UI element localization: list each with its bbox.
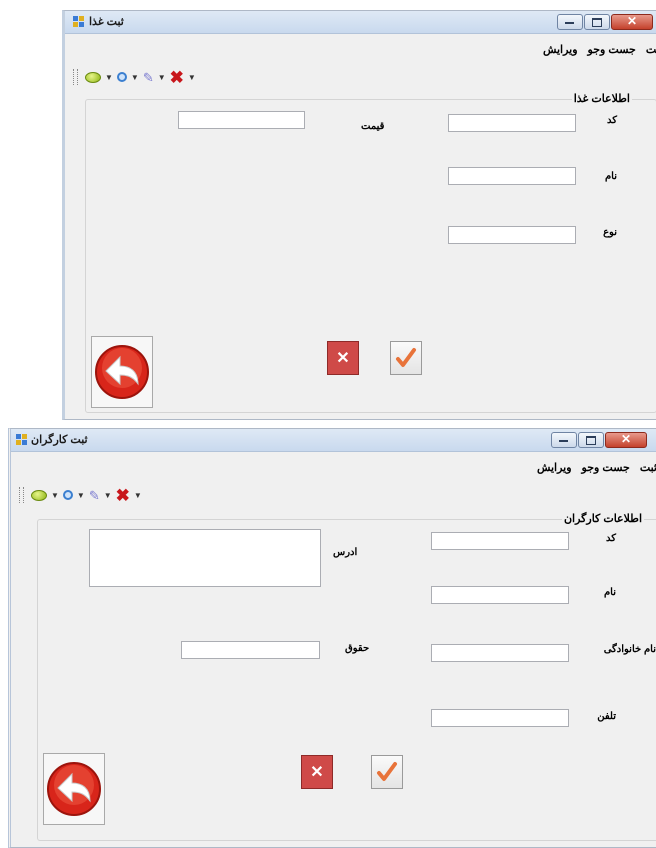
family-name-label: نام خانوادگی xyxy=(603,644,656,655)
x-icon: ✕ xyxy=(336,350,350,367)
back-arrow-icon xyxy=(47,762,101,816)
name-label: نام xyxy=(603,587,616,598)
toolbar-grip[interactable] xyxy=(19,487,24,503)
back-arrow-icon xyxy=(95,345,149,399)
group-title: اطلاعات کارگران xyxy=(561,512,644,525)
dropdown-arrow-icon[interactable]: ▼ xyxy=(158,73,166,82)
check-icon xyxy=(377,762,397,781)
pen-icon[interactable]: ✎ xyxy=(89,489,100,502)
maximize-button[interactable] xyxy=(578,432,604,448)
dropdown-arrow-icon[interactable]: ▼ xyxy=(131,73,139,82)
phone-field[interactable] xyxy=(431,709,569,727)
back-button[interactable] xyxy=(43,753,105,825)
code-label: کد xyxy=(605,533,616,544)
close-icon: ✕ xyxy=(620,432,632,446)
cancel-button[interactable]: ✕ xyxy=(327,341,359,375)
menu-bar: ثبت جست وجو ویرایش xyxy=(543,43,656,56)
code-field[interactable] xyxy=(448,114,576,132)
food-title-bar: ✕ ثبت غذا xyxy=(65,11,656,34)
maximize-button[interactable] xyxy=(584,14,610,30)
name-field[interactable] xyxy=(431,586,569,604)
window-title: ثبت غذا xyxy=(89,16,124,28)
window-controls: ✕ xyxy=(551,432,647,448)
family-name-field[interactable] xyxy=(431,644,569,662)
menu-item-search[interactable]: جست وجو xyxy=(582,461,630,474)
code-field[interactable] xyxy=(431,532,569,550)
green-oval-icon[interactable] xyxy=(85,71,101,83)
back-button[interactable] xyxy=(91,336,153,408)
toolbar: ▼ ▼ ✎ ▼ ✖ ▼ xyxy=(73,69,196,86)
minimize-icon xyxy=(565,22,574,24)
maximize-icon xyxy=(586,436,596,445)
salary-label: حقوق xyxy=(345,643,370,654)
code-label: کد xyxy=(606,115,617,126)
dropdown-arrow-icon[interactable]: ▼ xyxy=(105,73,113,82)
close-icon: ✕ xyxy=(626,14,638,28)
menu-bar: ثبت جست وجو ویرایش xyxy=(537,461,656,474)
phone-label: تلفن xyxy=(597,711,616,722)
food-info-group xyxy=(85,99,656,413)
app-icon xyxy=(16,434,27,445)
app-icon xyxy=(73,16,84,27)
circle-icon[interactable] xyxy=(116,72,127,82)
salary-field[interactable] xyxy=(181,641,320,659)
cancel-button[interactable]: ✕ xyxy=(301,755,333,789)
menu-item-edit[interactable]: ویرایش xyxy=(543,43,578,56)
type-label: نوع xyxy=(603,227,617,238)
name-label: نام xyxy=(604,171,617,182)
workers-title-bar: ✕ ثبت کارگران xyxy=(11,429,656,452)
minimize-icon xyxy=(559,440,568,442)
address-field[interactable] xyxy=(89,529,321,587)
check-icon xyxy=(396,348,416,367)
confirm-button[interactable] xyxy=(390,341,422,375)
maximize-icon xyxy=(592,18,602,27)
menu-item-register[interactable]: ثبت xyxy=(640,461,656,474)
pen-icon[interactable]: ✎ xyxy=(143,71,154,84)
x-icon: ✕ xyxy=(310,764,324,781)
green-oval-icon[interactable] xyxy=(31,489,47,501)
minimize-button[interactable] xyxy=(557,14,583,30)
dropdown-arrow-icon[interactable]: ▼ xyxy=(134,491,142,500)
name-field[interactable] xyxy=(448,167,576,185)
dropdown-arrow-icon[interactable]: ▼ xyxy=(51,491,59,500)
type-field[interactable] xyxy=(448,226,576,244)
price-label: قیمت xyxy=(361,121,385,132)
red-x-icon[interactable]: ✖ xyxy=(116,487,130,504)
close-button[interactable]: ✕ xyxy=(605,432,647,448)
circle-icon[interactable] xyxy=(62,490,73,500)
menu-item-register[interactable]: ثبت xyxy=(646,43,656,56)
group-title: اطلاعات غذا xyxy=(571,92,632,105)
window-title: ثبت کارگران xyxy=(31,434,88,446)
address-label: ادرس xyxy=(333,547,358,558)
menu-item-edit[interactable]: ویرایش xyxy=(537,461,572,474)
menu-item-search[interactable]: جست وجو xyxy=(588,43,636,56)
toolbar: ▼ ▼ ✎ ▼ ✖ ▼ xyxy=(19,487,142,504)
workers-window: ✕ ثبت کارگران ثبت جست وجو ویرایش ▼ ▼ ✎ ▼ … xyxy=(8,428,656,848)
dropdown-arrow-icon[interactable]: ▼ xyxy=(77,491,85,500)
toolbar-grip[interactable] xyxy=(73,69,78,85)
window-controls: ✕ xyxy=(557,14,653,30)
red-x-icon[interactable]: ✖ xyxy=(170,69,184,86)
dropdown-arrow-icon[interactable]: ▼ xyxy=(188,73,196,82)
dropdown-arrow-icon[interactable]: ▼ xyxy=(104,491,112,500)
close-button[interactable]: ✕ xyxy=(611,14,653,30)
minimize-button[interactable] xyxy=(551,432,577,448)
confirm-button[interactable] xyxy=(371,755,403,789)
price-field[interactable] xyxy=(178,111,305,129)
food-window: ✕ ثبت غذا ثبت جست وجو ویرایش ▼ ▼ ✎ ▼ ✖ ▼ ا… xyxy=(62,10,656,420)
